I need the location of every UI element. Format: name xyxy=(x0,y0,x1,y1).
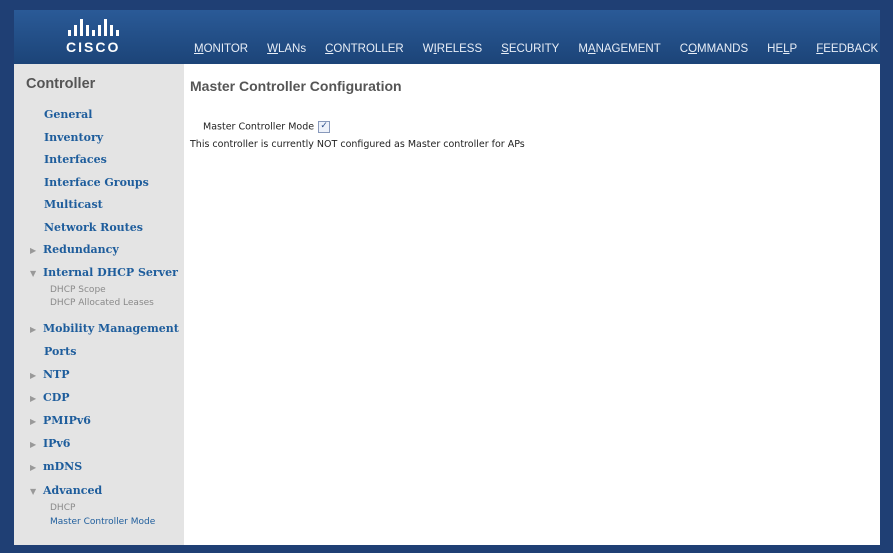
sidebar-item-label: mDNS xyxy=(43,460,83,473)
sidebar-item-label: Redundancy xyxy=(43,243,119,256)
sidebar-item-label: NTP xyxy=(43,368,70,381)
master-controller-mode-row: Master Controller Mode ✓ xyxy=(203,121,331,133)
app-window: CISCO MONITOR WLANs CONTROLLER WIRELESS SECU… xyxy=(14,10,880,545)
caret-right-icon: ▶ xyxy=(30,463,37,472)
cisco-logo: CISCO xyxy=(66,18,120,55)
sidebar-item-label: IPv6 xyxy=(43,437,71,450)
caret-right-icon: ▶ xyxy=(30,394,37,403)
main-content: Master Controller Configuration Master C… xyxy=(190,64,525,150)
sidebar-item-inventory[interactable]: Inventory xyxy=(44,131,103,144)
master-controller-mode-label: Master Controller Mode xyxy=(203,121,315,133)
sidebar-item-internal-dhcp-server[interactable]: ▼ Internal DHCP Server xyxy=(30,266,178,279)
sidebar-item-ports[interactable]: Ports xyxy=(44,345,76,358)
menu-management[interactable]: MANAGEMENT xyxy=(578,43,660,55)
cisco-logo-text: CISCO xyxy=(66,39,121,55)
caret-right-icon: ▶ xyxy=(30,440,37,449)
sidebar-item-label: Mobility Management xyxy=(43,322,179,335)
caret-right-icon: ▶ xyxy=(30,371,37,380)
sidebar-item-redundancy[interactable]: ▶ Redundancy xyxy=(30,243,119,256)
sidebar-item-interface-groups[interactable]: Interface Groups xyxy=(44,176,149,189)
page-title: Master Controller Configuration xyxy=(190,78,402,94)
sidebar-item-label: CDP xyxy=(43,391,70,404)
caret-down-icon: ▼ xyxy=(30,487,37,496)
sidebar-item-label: Multicast xyxy=(44,198,103,211)
caret-down-icon: ▼ xyxy=(30,269,37,278)
menu-controller[interactable]: CONTROLLER xyxy=(325,43,404,55)
sidebar-item-label: PMIPv6 xyxy=(43,414,91,427)
sidebar-item-label: Internal DHCP Server xyxy=(43,266,178,279)
menu-wireless[interactable]: WIRELESS xyxy=(423,43,482,55)
status-message: This controller is currently NOT configu… xyxy=(190,139,525,150)
sidebar-item-advanced[interactable]: ▼ Advanced xyxy=(30,484,102,497)
menu-commands[interactable]: COMMANDS xyxy=(680,43,748,55)
caret-right-icon: ▶ xyxy=(30,246,37,255)
main-menu: MONITOR WLANs CONTROLLER WIRELESS SECURITY MA… xyxy=(194,43,880,55)
cisco-logo-bars-icon xyxy=(66,18,120,36)
sidebar-item-label: Interface Groups xyxy=(44,176,149,189)
sidebar-subitem-dhcp-scope[interactable]: DHCP Scope xyxy=(50,285,106,295)
caret-right-icon: ▶ xyxy=(30,325,37,334)
sidebar-item-label: General xyxy=(44,108,93,121)
sidebar-item-ntp[interactable]: ▶ NTP xyxy=(30,368,70,381)
top-navigation-bar: CISCO MONITOR WLANs CONTROLLER WIRELESS SECU… xyxy=(14,10,880,64)
sidebar: Controller General Inventory Interfaces Int… xyxy=(14,64,184,545)
menu-wlans[interactable]: WLANs xyxy=(267,43,306,55)
sidebar-item-cdp[interactable]: ▶ CDP xyxy=(30,391,70,404)
sidebar-subitem-master-controller-mode[interactable]: Master Controller Mode xyxy=(50,517,155,527)
sidebar-item-multicast[interactable]: Multicast xyxy=(44,198,103,211)
menu-monitor[interactable]: MONITOR xyxy=(194,43,248,55)
sidebar-item-general[interactable]: General xyxy=(44,108,93,121)
sidebar-item-label: Advanced xyxy=(43,484,103,497)
sidebar-item-label: Ports xyxy=(44,345,77,358)
sidebar-item-mdns[interactable]: ▶ mDNS xyxy=(30,460,82,473)
sidebar-subitem-dhcp[interactable]: DHCP xyxy=(50,503,75,513)
sidebar-subitem-dhcp-allocated-leases[interactable]: DHCP Allocated Leases xyxy=(50,298,154,308)
menu-feedback[interactable]: FEEDBACK xyxy=(816,43,878,55)
sidebar-item-interfaces[interactable]: Interfaces xyxy=(44,153,107,166)
sidebar-item-label: Interfaces xyxy=(44,153,107,166)
sidebar-item-network-routes[interactable]: Network Routes xyxy=(44,221,143,234)
sidebar-item-pmipv6[interactable]: ▶ PMIPv6 xyxy=(30,414,91,427)
caret-right-icon: ▶ xyxy=(30,417,37,426)
sidebar-item-ipv6[interactable]: ▶ IPv6 xyxy=(30,437,70,450)
menu-security[interactable]: SECURITY xyxy=(501,43,559,55)
master-controller-mode-checkbox[interactable]: ✓ xyxy=(318,121,331,133)
sidebar-item-mobility-management[interactable]: ▶ Mobility Management xyxy=(30,322,179,335)
sidebar-item-label: Inventory xyxy=(44,131,104,144)
sidebar-item-label: Network Routes xyxy=(44,221,143,234)
menu-help[interactable]: HELP xyxy=(767,43,797,55)
sidebar-title: Controller xyxy=(26,76,96,92)
